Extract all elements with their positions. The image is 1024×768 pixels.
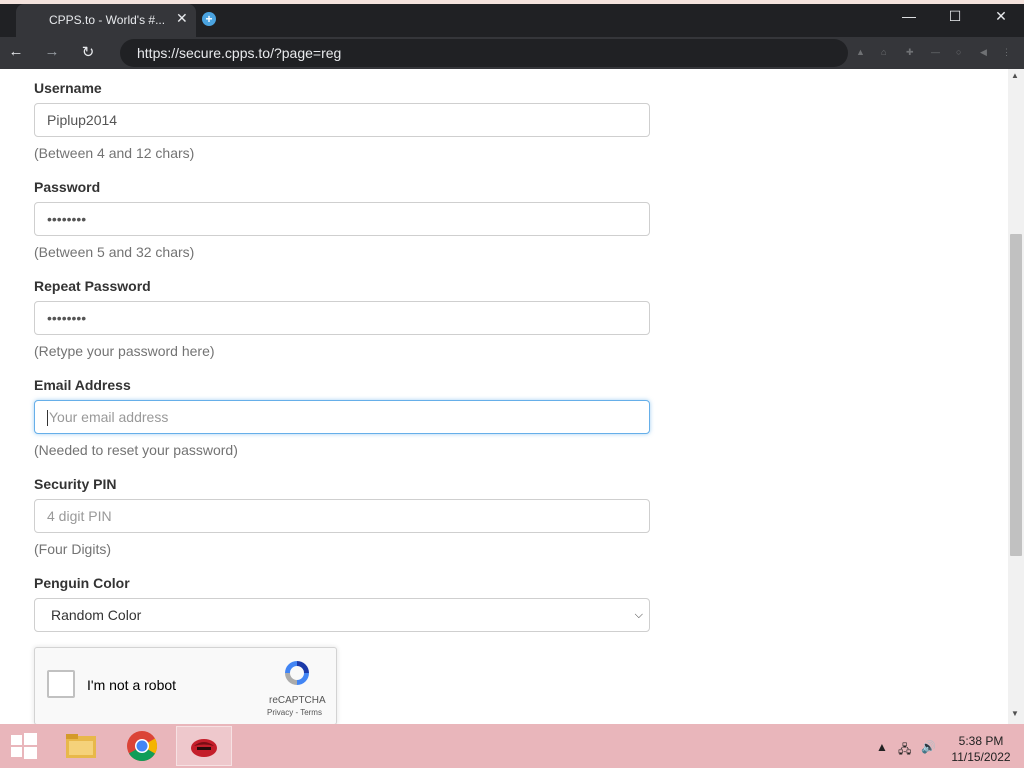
new-tab-icon[interactable]: + bbox=[202, 12, 216, 26]
circle-icon[interactable]: ○ bbox=[956, 47, 961, 57]
home-icon[interactable]: ⌂ bbox=[881, 47, 886, 57]
username-value: Piplup2014 bbox=[47, 112, 118, 128]
text-caret bbox=[47, 410, 48, 427]
browser-tab-bar: CPPS.to - World's #... ✕ + — ☐ ✕ bbox=[0, 0, 1024, 37]
minimize-icon[interactable]: — bbox=[894, 8, 924, 24]
username-help: (Between 4 and 12 chars) bbox=[34, 145, 195, 161]
password-value: •••••••• bbox=[47, 211, 87, 227]
reload-icon[interactable]: ↻ bbox=[78, 43, 98, 61]
folder-icon bbox=[66, 734, 96, 758]
scroll-up-icon[interactable]: ▲ bbox=[1011, 71, 1019, 80]
recaptcha-checkbox[interactable] bbox=[47, 670, 75, 698]
color-label: Penguin Color bbox=[34, 575, 130, 591]
extension-icon[interactable]: ▲ bbox=[856, 47, 865, 57]
email-label: Email Address bbox=[34, 377, 131, 393]
username-field[interactable]: Piplup2014 bbox=[34, 103, 650, 137]
network-icon[interactable]: 🖧 bbox=[898, 740, 911, 761]
tab-title: CPPS.to - World's #... bbox=[49, 13, 166, 27]
email-help: (Needed to reset your password) bbox=[34, 442, 238, 458]
puzzle-icon[interactable]: ✚ bbox=[906, 47, 914, 58]
email-placeholder: Your email address bbox=[49, 409, 169, 425]
taskbar-chrome[interactable] bbox=[114, 726, 170, 766]
scroll-down-icon[interactable]: ▼ bbox=[1011, 709, 1019, 718]
forward-icon[interactable]: → bbox=[42, 43, 62, 60]
taskbar-file-explorer[interactable] bbox=[54, 726, 110, 766]
scroll-thumb[interactable] bbox=[1010, 234, 1022, 556]
color-select[interactable]: Random Color ⌵ bbox=[34, 598, 650, 632]
taskbar-cpps-app[interactable] bbox=[176, 726, 232, 766]
page-scrollbar[interactable]: ▲ ▼ bbox=[1008, 69, 1024, 724]
email-field[interactable]: Your email address bbox=[34, 400, 650, 434]
clock-time: 5:38 PM bbox=[958, 734, 1004, 748]
password-help: (Between 5 and 32 chars) bbox=[34, 244, 195, 260]
pin-field[interactable]: 4 digit PIN bbox=[34, 499, 650, 533]
address-bar[interactable]: https://secure.cpps.to/?page=reg bbox=[120, 39, 848, 67]
penguin-app-icon bbox=[191, 739, 217, 757]
minus-icon[interactable]: — bbox=[931, 47, 940, 57]
browser-toolbar: ← → ↻ https://secure.cpps.to/?page=reg ▲… bbox=[0, 37, 1024, 69]
start-button[interactable] bbox=[0, 726, 48, 766]
clock-date: 11/15/2022 bbox=[951, 750, 1011, 764]
repeat-password-label: Repeat Password bbox=[34, 278, 151, 294]
repeat-password-value: •••••••• bbox=[47, 310, 87, 326]
chevron-down-icon: ⌵ bbox=[634, 609, 643, 621]
menu-icon[interactable]: ⋮ bbox=[1002, 47, 1011, 58]
chrome-icon bbox=[127, 731, 158, 762]
recaptcha-widget: I'm not a robot reCAPTCHA Privacy - Term… bbox=[34, 647, 337, 725]
password-field[interactable]: •••••••• bbox=[34, 202, 650, 236]
windows-taskbar: ▲ 🖧 🔊 5:38 PM 11/15/2022 bbox=[0, 724, 1024, 768]
recaptcha-logo-icon bbox=[285, 661, 309, 685]
pin-label: Security PIN bbox=[34, 476, 117, 492]
close-window-icon[interactable]: ✕ bbox=[986, 8, 1016, 25]
color-selected: Random Color bbox=[51, 607, 142, 623]
recaptcha-brand: reCAPTCHA bbox=[269, 695, 326, 706]
back-icon[interactable]: ← bbox=[6, 43, 26, 60]
pin-placeholder: 4 digit PIN bbox=[47, 508, 112, 524]
volume-icon[interactable]: 🔊 bbox=[921, 740, 936, 754]
repeat-password-help: (Retype your password here) bbox=[34, 343, 215, 359]
password-label: Password bbox=[34, 179, 101, 195]
recaptcha-label: I'm not a robot bbox=[87, 677, 177, 693]
repeat-password-field[interactable]: •••••••• bbox=[34, 301, 650, 335]
pin-help: (Four Digits) bbox=[34, 541, 112, 557]
sound-icon[interactable]: ◀ bbox=[980, 47, 987, 58]
browser-tab[interactable]: CPPS.to - World's #... ✕ bbox=[16, 4, 196, 37]
windows-logo-icon bbox=[11, 733, 37, 759]
maximize-icon[interactable]: ☐ bbox=[940, 8, 970, 25]
username-label: Username bbox=[34, 80, 102, 96]
url-text: https://secure.cpps.to/?page=reg bbox=[137, 45, 342, 61]
tab-close-icon[interactable]: ✕ bbox=[176, 10, 188, 27]
taskbar-clock[interactable]: 5:38 PM 11/15/2022 bbox=[944, 733, 1018, 765]
tray-expand-icon[interactable]: ▲ bbox=[876, 740, 888, 754]
recaptcha-links[interactable]: Privacy - Terms bbox=[267, 708, 322, 717]
